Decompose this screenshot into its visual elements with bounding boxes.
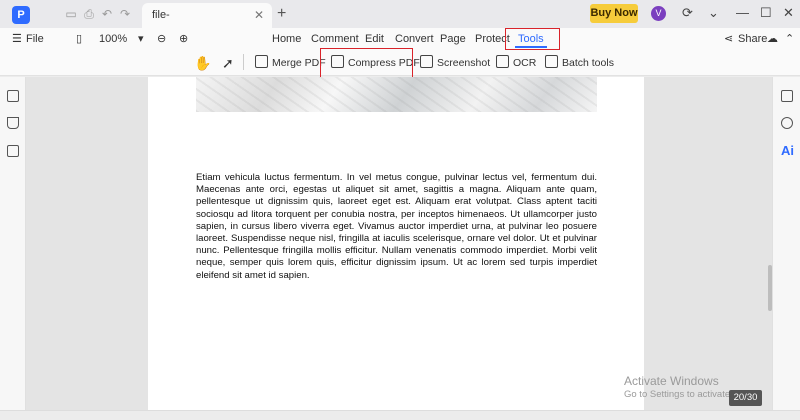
zoom-dropdown-icon[interactable]: ▾ bbox=[138, 32, 144, 46]
batch-tools-button[interactable]: Batch tools bbox=[545, 55, 614, 71]
marble-image bbox=[196, 77, 597, 112]
hand-tool-icon[interactable]: ✋ bbox=[194, 55, 211, 71]
zoom-level[interactable]: 100% bbox=[99, 32, 127, 46]
pdf-editor-window: P ▭ ⎙ ↶ ↷ file-example_PDF_1MB.pdf ✕ + B… bbox=[0, 0, 800, 420]
bookmark-icon[interactable] bbox=[7, 117, 19, 129]
tab-edit[interactable]: Edit bbox=[365, 32, 384, 46]
zoom-in-icon[interactable]: ⊕ bbox=[179, 32, 188, 46]
screenshot-label: Screenshot bbox=[437, 57, 491, 69]
file-menu[interactable]: File bbox=[26, 32, 44, 46]
tab-page[interactable]: Page bbox=[440, 32, 466, 46]
screenshot-button[interactable]: Screenshot bbox=[420, 55, 490, 71]
share-button[interactable]: Share bbox=[738, 32, 767, 46]
undo-icon[interactable]: ↶ bbox=[100, 7, 114, 21]
properties-icon[interactable] bbox=[781, 90, 793, 102]
merge-pdf-button[interactable]: Merge PDF bbox=[255, 55, 326, 71]
avatar[interactable]: V bbox=[651, 6, 666, 21]
vertical-scrollbar[interactable] bbox=[768, 265, 772, 311]
page-paragraph: Etiam vehicula luctus fermentum. In vel … bbox=[196, 172, 597, 281]
activate-windows-title: Activate Windows bbox=[624, 374, 719, 388]
zoom-out-icon[interactable]: ⊖ bbox=[157, 32, 166, 46]
maximize-icon[interactable]: ☐ bbox=[760, 5, 772, 21]
page-counter: 20/30 bbox=[729, 390, 762, 406]
menu-bar: ☰ File ▯ 100% ▾ ⊖ ⊕ Home Comment Edit Co… bbox=[0, 28, 800, 50]
tab-convert[interactable]: Convert bbox=[395, 32, 434, 46]
document-tab[interactable]: file-example_PDF_1MB.pdf ✕ bbox=[142, 3, 272, 46]
compress-highlight-box bbox=[320, 48, 413, 78]
cloud-icon[interactable]: ☁ bbox=[767, 32, 778, 46]
horizontal-scroll-track bbox=[0, 410, 800, 420]
dropdown-icon[interactable]: ⌄ bbox=[708, 5, 719, 21]
sync-icon[interactable]: ⟳ bbox=[682, 5, 693, 21]
new-tab-button[interactable]: + bbox=[277, 4, 286, 24]
close-icon[interactable]: ✕ bbox=[783, 5, 794, 21]
page-view-icon[interactable]: ▯ bbox=[76, 32, 82, 46]
save-icon[interactable]: ▭ bbox=[64, 7, 78, 21]
ocr-label: OCR bbox=[513, 57, 537, 69]
print-icon[interactable]: ⎙ bbox=[82, 7, 96, 21]
share-icon[interactable]: ⋖ bbox=[724, 32, 733, 46]
search-icon[interactable] bbox=[781, 117, 793, 129]
batch-tools-label: Batch tools bbox=[562, 57, 614, 69]
merge-pdf-label: Merge PDF bbox=[272, 57, 326, 69]
toolbar-separator bbox=[243, 54, 244, 70]
merge-icon bbox=[255, 55, 268, 68]
tab-comment[interactable]: Comment bbox=[311, 32, 359, 46]
expand-icon[interactable]: ⌃ bbox=[785, 32, 794, 46]
active-tab-underline bbox=[515, 46, 547, 48]
ocr-icon bbox=[496, 55, 509, 68]
select-tool-icon[interactable]: ➚ bbox=[222, 55, 234, 71]
thumbnail-icon[interactable] bbox=[7, 90, 19, 102]
tab-close-icon[interactable]: ✕ bbox=[254, 3, 264, 28]
tab-home[interactable]: Home bbox=[272, 32, 301, 46]
app-logo-icon[interactable]: P bbox=[12, 6, 30, 24]
minimize-icon[interactable]: — bbox=[736, 5, 749, 21]
batch-tools-icon bbox=[545, 55, 558, 68]
ocr-button[interactable]: OCR bbox=[496, 55, 536, 71]
redo-icon[interactable]: ↷ bbox=[118, 7, 132, 21]
comment-panel-icon[interactable] bbox=[7, 145, 19, 157]
title-bar: P ▭ ⎙ ↶ ↷ file-example_PDF_1MB.pdf ✕ + B… bbox=[0, 0, 800, 46]
buy-now-button[interactable]: Buy Now bbox=[590, 4, 638, 23]
ai-assistant-icon[interactable]: Ai bbox=[781, 143, 794, 158]
screenshot-icon bbox=[420, 55, 433, 68]
activate-windows-subtitle: Go to Settings to activate bbox=[624, 389, 731, 400]
menu-icon[interactable]: ☰ bbox=[12, 32, 22, 46]
